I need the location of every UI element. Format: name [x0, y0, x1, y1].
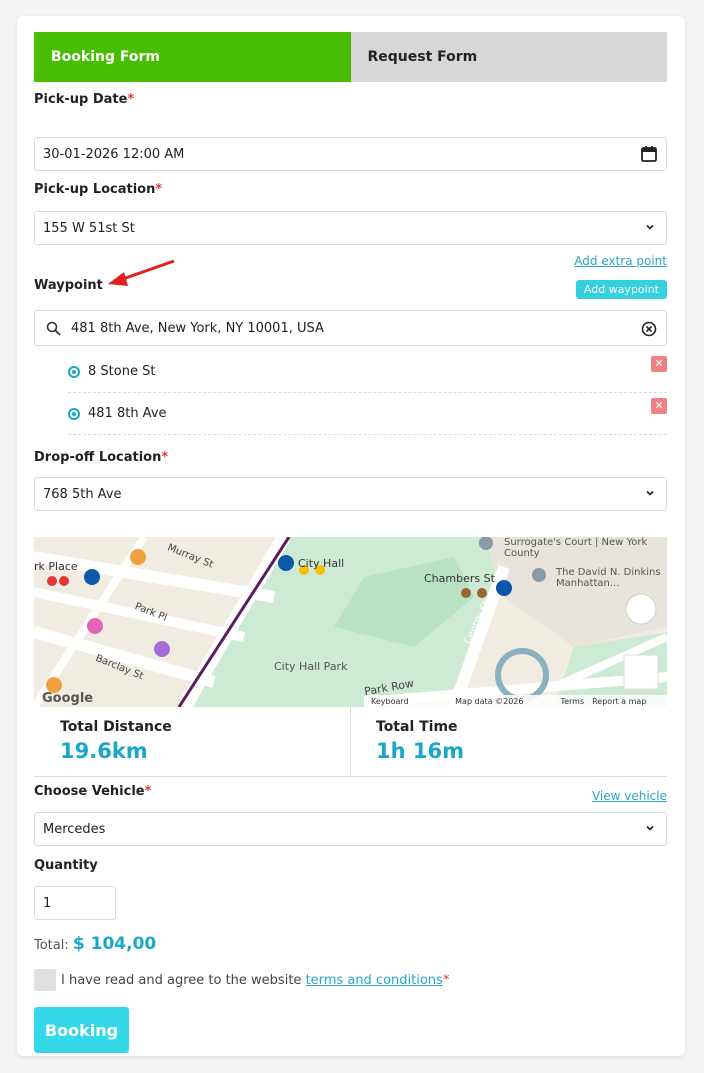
map-report-link[interactable]: Report a map error: [592, 697, 667, 707]
terms-checkbox[interactable]: [34, 969, 56, 991]
terms-text: I have read and agree to the website: [61, 972, 302, 988]
remove-waypoint-button[interactable]: ✕: [651, 356, 667, 372]
waypoint-search-value: 481 8th Ave, New York, NY 10001, USA: [71, 320, 324, 336]
form-tabs: Booking Form Request Form: [34, 32, 667, 82]
total-value: $ 104,00: [72, 934, 157, 954]
pickup-location-select[interactable]: 155 W 51st St: [34, 211, 667, 245]
booking-submit-button[interactable]: Booking: [34, 1007, 129, 1053]
waypoint-item-label: 481 8th Ave: [88, 406, 167, 421]
pickup-location-label: Pick-up Location*: [34, 182, 163, 197]
vehicle-label: Choose Vehicle*: [34, 784, 152, 799]
dropoff-location-value: 768 5th Ave: [43, 486, 122, 502]
total-time-label: Total Time: [376, 719, 458, 735]
map-footer: Keyboard shortcuts Map data ©2026 Google…: [371, 697, 667, 707]
quantity-label: Quantity: [34, 858, 98, 873]
tab-booking-form[interactable]: Booking Form: [34, 32, 351, 82]
map-data-credit: Map data ©2026 Google: [455, 697, 524, 707]
add-waypoint-button[interactable]: Add waypoint: [575, 280, 667, 299]
vehicle-select[interactable]: Mercedes: [34, 812, 667, 846]
map-label-chambers: Chambers St: [424, 572, 495, 585]
total-distance-value: 19.6km: [60, 739, 148, 763]
total-time-value: 1h 16m: [376, 739, 464, 763]
clear-icon[interactable]: [641, 321, 657, 337]
waypoint-item[interactable]: 481 8th Ave ✕: [68, 393, 667, 435]
dropoff-location-label: Drop-off Location*: [34, 450, 169, 465]
add-extra-point-link[interactable]: Add extra point: [574, 254, 667, 268]
map-label-city-hall-park: City Hall Park: [274, 660, 348, 673]
chevron-down-icon: [646, 825, 654, 831]
pickup-date-field[interactable]: 30-01-2026 12:00 AM: [34, 137, 667, 171]
chevron-down-icon: [646, 224, 654, 230]
waypoint-item-label: 8 Stone St: [88, 364, 156, 379]
waypoint-label: Waypoint: [34, 278, 103, 293]
trip-stats: Total Distance 19.6km Total Time 1h 16m: [34, 707, 667, 777]
map-label-park-place-left: rk Place: [34, 560, 78, 573]
pickup-date-value: 30-01-2026 12:00 AM: [43, 146, 185, 162]
total-time: Total Time 1h 16m: [376, 707, 464, 777]
map-label-city-hall: City Hall: [298, 557, 345, 570]
total-distance-label: Total Distance: [60, 719, 172, 735]
route-map[interactable]: City Hall Surrogate's Court | New York C…: [34, 537, 667, 707]
quantity-input[interactable]: 1: [34, 886, 116, 920]
remove-waypoint-button[interactable]: ✕: [651, 398, 667, 414]
stats-divider: [350, 707, 351, 777]
red-arrow-icon: [108, 259, 175, 286]
booking-card: Booking Form Request Form Pick-up Date* …: [17, 16, 685, 1056]
map-keyboard-shortcuts[interactable]: Keyboard shortcuts: [371, 697, 447, 707]
map-canvas: [34, 537, 667, 707]
radio-icon[interactable]: [68, 365, 80, 378]
map-label-dinkins: The David N. Dinkins Manhattan...: [556, 567, 661, 589]
total-distance: Total Distance 19.6km: [60, 707, 172, 777]
pickup-date-label: Pick-up Date*: [34, 92, 135, 107]
radio-icon[interactable]: [68, 407, 80, 420]
waypoint-search-input[interactable]: 481 8th Ave, New York, NY 10001, USA: [34, 310, 667, 346]
vehicle-value: Mercedes: [43, 821, 106, 837]
chevron-down-icon: [646, 490, 654, 496]
map-label-surrogate: Surrogate's Court | New York County: [504, 537, 648, 559]
search-icon: [46, 321, 61, 336]
total-prefix: Total:: [34, 938, 69, 953]
terms-row: I have read and agree to the website ter…: [34, 969, 449, 991]
google-logo: Google: [42, 691, 94, 706]
map-terms-link[interactable]: Terms: [561, 697, 585, 707]
view-vehicle-link[interactable]: View vehicle: [592, 789, 667, 803]
waypoint-item[interactable]: 8 Stone St ✕: [68, 351, 667, 393]
pickup-location-value: 155 W 51st St: [43, 220, 135, 236]
total-price: Total: $ 104,00: [34, 934, 156, 954]
tab-request-form[interactable]: Request Form: [350, 32, 667, 82]
calendar-icon[interactable]: [640, 145, 658, 163]
terms-link[interactable]: terms and conditions: [306, 973, 443, 988]
quantity-value: 1: [43, 895, 52, 911]
dropoff-location-select[interactable]: 768 5th Ave: [34, 477, 667, 511]
